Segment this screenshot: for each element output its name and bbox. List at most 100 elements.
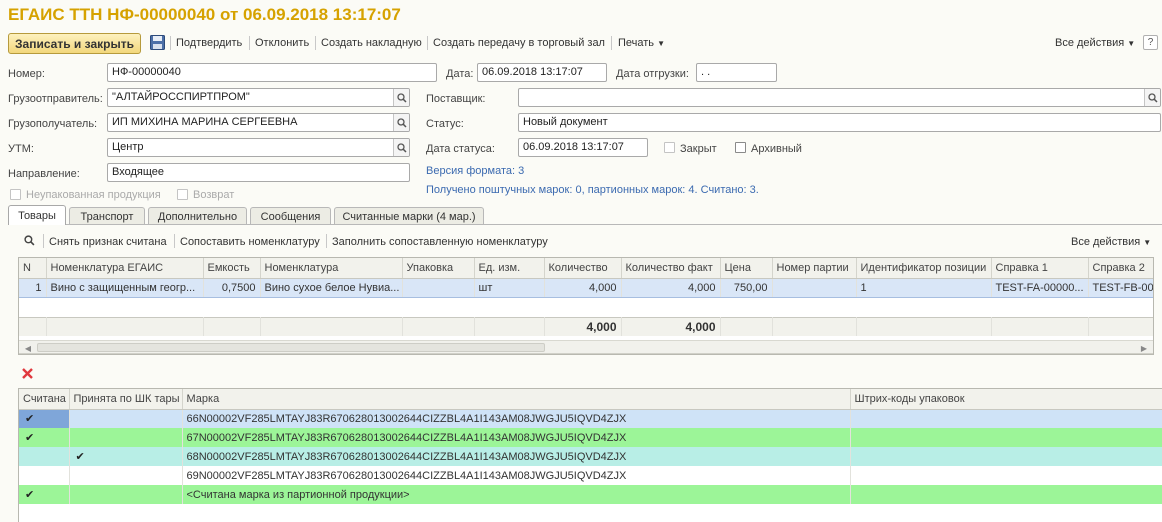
search-icon[interactable] (1144, 89, 1160, 106)
goods-cell[interactable]: 4,000 (544, 277, 622, 298)
table-row[interactable]: ✔ 66N00002VF285LMTAYJ83R670628013002644CI… (19, 409, 1162, 428)
search-icon[interactable] (393, 114, 409, 131)
goods-column-header[interactable]: Цена (720, 258, 773, 279)
goods-cell[interactable] (772, 277, 857, 298)
marks-column-header[interactable]: Считана (19, 389, 70, 410)
goods-cell[interactable]: 1 (856, 277, 992, 298)
return-checkbox[interactable] (177, 189, 188, 200)
shipper-field[interactable]: "АЛТАЙРОССПИРТПРОМ" (107, 88, 410, 107)
marks-cell[interactable]: 68N00002VF285LMTAYJ83R670628013002644CIZ… (182, 447, 851, 466)
match-nomenclature-button[interactable]: Сопоставить номенклатуру (180, 236, 320, 248)
consignee-field[interactable]: ИП МИХИНА МАРИНА СЕРГЕЕВНА (107, 113, 410, 132)
goods-cell[interactable]: Вино с защищенным геогр... (46, 277, 204, 298)
tab-messages[interactable]: Сообщения (250, 207, 331, 225)
goods-column-header[interactable]: Количество факт (621, 258, 721, 279)
goods-cell[interactable]: Вино сухое белое Нувиа... (260, 277, 403, 298)
goods-cell[interactable]: TEST-FA-00000... (991, 277, 1089, 298)
goods-cell[interactable]: 0,7500 (203, 277, 261, 298)
goods-column-header[interactable]: Количество (544, 258, 622, 279)
goods-column-header[interactable]: Номенклатура (260, 258, 403, 279)
goods-cell[interactable]: 750,00 (720, 277, 773, 298)
tab-transport[interactable]: Транспорт (69, 207, 145, 225)
marks-column-header[interactable]: Марка (182, 389, 851, 410)
goods-column-header[interactable]: N (19, 258, 47, 279)
check-mark-icon[interactable] (69, 428, 183, 447)
marks-cell[interactable]: 66N00002VF285LMTAYJ83R670628013002644CIZ… (182, 409, 851, 428)
goods-cell[interactable]: TEST-FB-00 (1088, 277, 1153, 298)
save-and-close-button[interactable]: Записать и закрыть (8, 33, 141, 54)
goods-cell[interactable] (402, 277, 475, 298)
table-row[interactable]: 69N00002VF285LMTAYJ83R670628013002644CIZ… (19, 466, 1162, 485)
fill-matched-button[interactable]: Заполнить сопоставленную номенклатуру (332, 236, 548, 248)
ship-date-field[interactable]: . . (696, 63, 777, 82)
closed-checkbox[interactable] (664, 142, 675, 153)
goods-cell[interactable]: 1 (19, 277, 47, 298)
check-mark-icon[interactable] (69, 409, 183, 428)
direction-field[interactable]: Входящее (107, 163, 410, 182)
check-mark-icon[interactable] (19, 466, 70, 485)
scroll-right-icon[interactable]: ▶ (1137, 342, 1151, 354)
check-mark-icon[interactable] (19, 447, 70, 466)
table-row[interactable]: ✔ 68N00002VF285LMTAYJ83R670628013002644CI… (19, 447, 1162, 466)
supplier-field[interactable] (518, 88, 1161, 107)
table-row[interactable]: 1 Вино с защищенным геогр... 0,7500 Вино су… (19, 277, 1153, 298)
print-menu-button[interactable]: Печать ▼ (618, 37, 665, 49)
check-mark-icon[interactable]: ✔ (19, 485, 70, 504)
goods-column-header[interactable]: Справка 1 (991, 258, 1089, 279)
check-mark-icon[interactable] (69, 466, 183, 485)
tab-goods[interactable]: Товары (8, 205, 66, 225)
delete-x-icon[interactable] (21, 367, 34, 383)
marks-cell[interactable]: 67N00002VF285LMTAYJ83R670628013002644CIZ… (182, 428, 851, 447)
goods-all-actions-menu[interactable]: Все действия ▼ (1071, 236, 1151, 248)
reject-button[interactable]: Отклонить (255, 37, 309, 49)
tab-additional[interactable]: Дополнительно (148, 207, 247, 225)
check-mark-icon[interactable]: ✔ (19, 409, 70, 428)
table-row[interactable]: ✔ <Считана марка из партионной продукции> (19, 485, 1162, 504)
confirm-button[interactable]: Подтвердить (176, 37, 242, 49)
create-transfer-button[interactable]: Создать передачу в торговый зал (433, 37, 605, 49)
tab-read-marks[interactable]: Считанные марки (4 мар.) (334, 207, 484, 225)
check-mark-icon[interactable] (69, 485, 183, 504)
marks-column-header[interactable]: Штрих-коды упаковок (850, 389, 1162, 410)
goods-cell[interactable]: 4,000 (621, 277, 721, 298)
status-date-field[interactable]: 06.09.2018 13:17:07 (518, 138, 648, 157)
marks-cell[interactable] (850, 447, 1162, 466)
status-field[interactable]: Новый документ (518, 113, 1161, 132)
total-quantity: 4,000 (544, 316, 622, 336)
unpacked-checkbox[interactable] (10, 189, 21, 200)
marks-column-header[interactable]: Принята по ШК тары (69, 389, 183, 410)
marks-cell[interactable] (850, 428, 1162, 447)
marks-cell[interactable] (850, 485, 1162, 504)
utm-field[interactable]: Центр (107, 138, 410, 157)
help-button[interactable]: ? (1143, 35, 1158, 50)
archive-checkbox[interactable] (735, 142, 746, 153)
marks-cell[interactable]: 69N00002VF285LMTAYJ83R670628013002644CIZ… (182, 466, 851, 485)
remove-read-flag-button[interactable]: Снять признак считана (49, 236, 167, 248)
goods-horizontal-scrollbar[interactable]: ◀ ▶ (19, 340, 1153, 354)
goods-cell[interactable]: шт (474, 277, 545, 298)
goods-column-header[interactable]: Номер партии (772, 258, 857, 279)
goods-column-header[interactable]: Идентификатор позиции (856, 258, 992, 279)
goods-table: N Номенклатура ЕГАИС Емкость Номенклатура Уп… (19, 258, 1153, 336)
all-actions-menu[interactable]: Все действия ▼ (1055, 37, 1135, 49)
goods-column-header[interactable]: Справка 2 (1088, 258, 1153, 279)
marks-cell[interactable] (850, 466, 1162, 485)
check-mark-icon[interactable]: ✔ (69, 447, 183, 466)
scroll-left-icon[interactable]: ◀ (21, 342, 35, 354)
goods-column-header[interactable]: Емкость (203, 258, 261, 279)
floppy-icon[interactable] (150, 35, 165, 50)
create-invoice-button[interactable]: Создать накладную (321, 37, 422, 49)
date-field[interactable]: 06.09.2018 13:17:07 (477, 63, 607, 82)
scrollbar-thumb[interactable] (37, 343, 545, 352)
table-row[interactable]: ✔ 67N00002VF285LMTAYJ83R670628013002644CI… (19, 428, 1162, 447)
search-icon[interactable] (24, 235, 35, 249)
marks-cell[interactable] (850, 409, 1162, 428)
search-icon[interactable] (393, 89, 409, 106)
goods-column-header[interactable]: Ед. изм. (474, 258, 545, 279)
number-field[interactable]: НФ-00000040 (107, 63, 437, 82)
check-mark-icon[interactable]: ✔ (19, 428, 70, 447)
marks-cell[interactable]: <Считана марка из партионной продукции> (182, 485, 851, 504)
goods-column-header[interactable]: Упаковка (402, 258, 475, 279)
search-icon[interactable] (393, 139, 409, 156)
goods-column-header[interactable]: Номенклатура ЕГАИС (46, 258, 204, 279)
